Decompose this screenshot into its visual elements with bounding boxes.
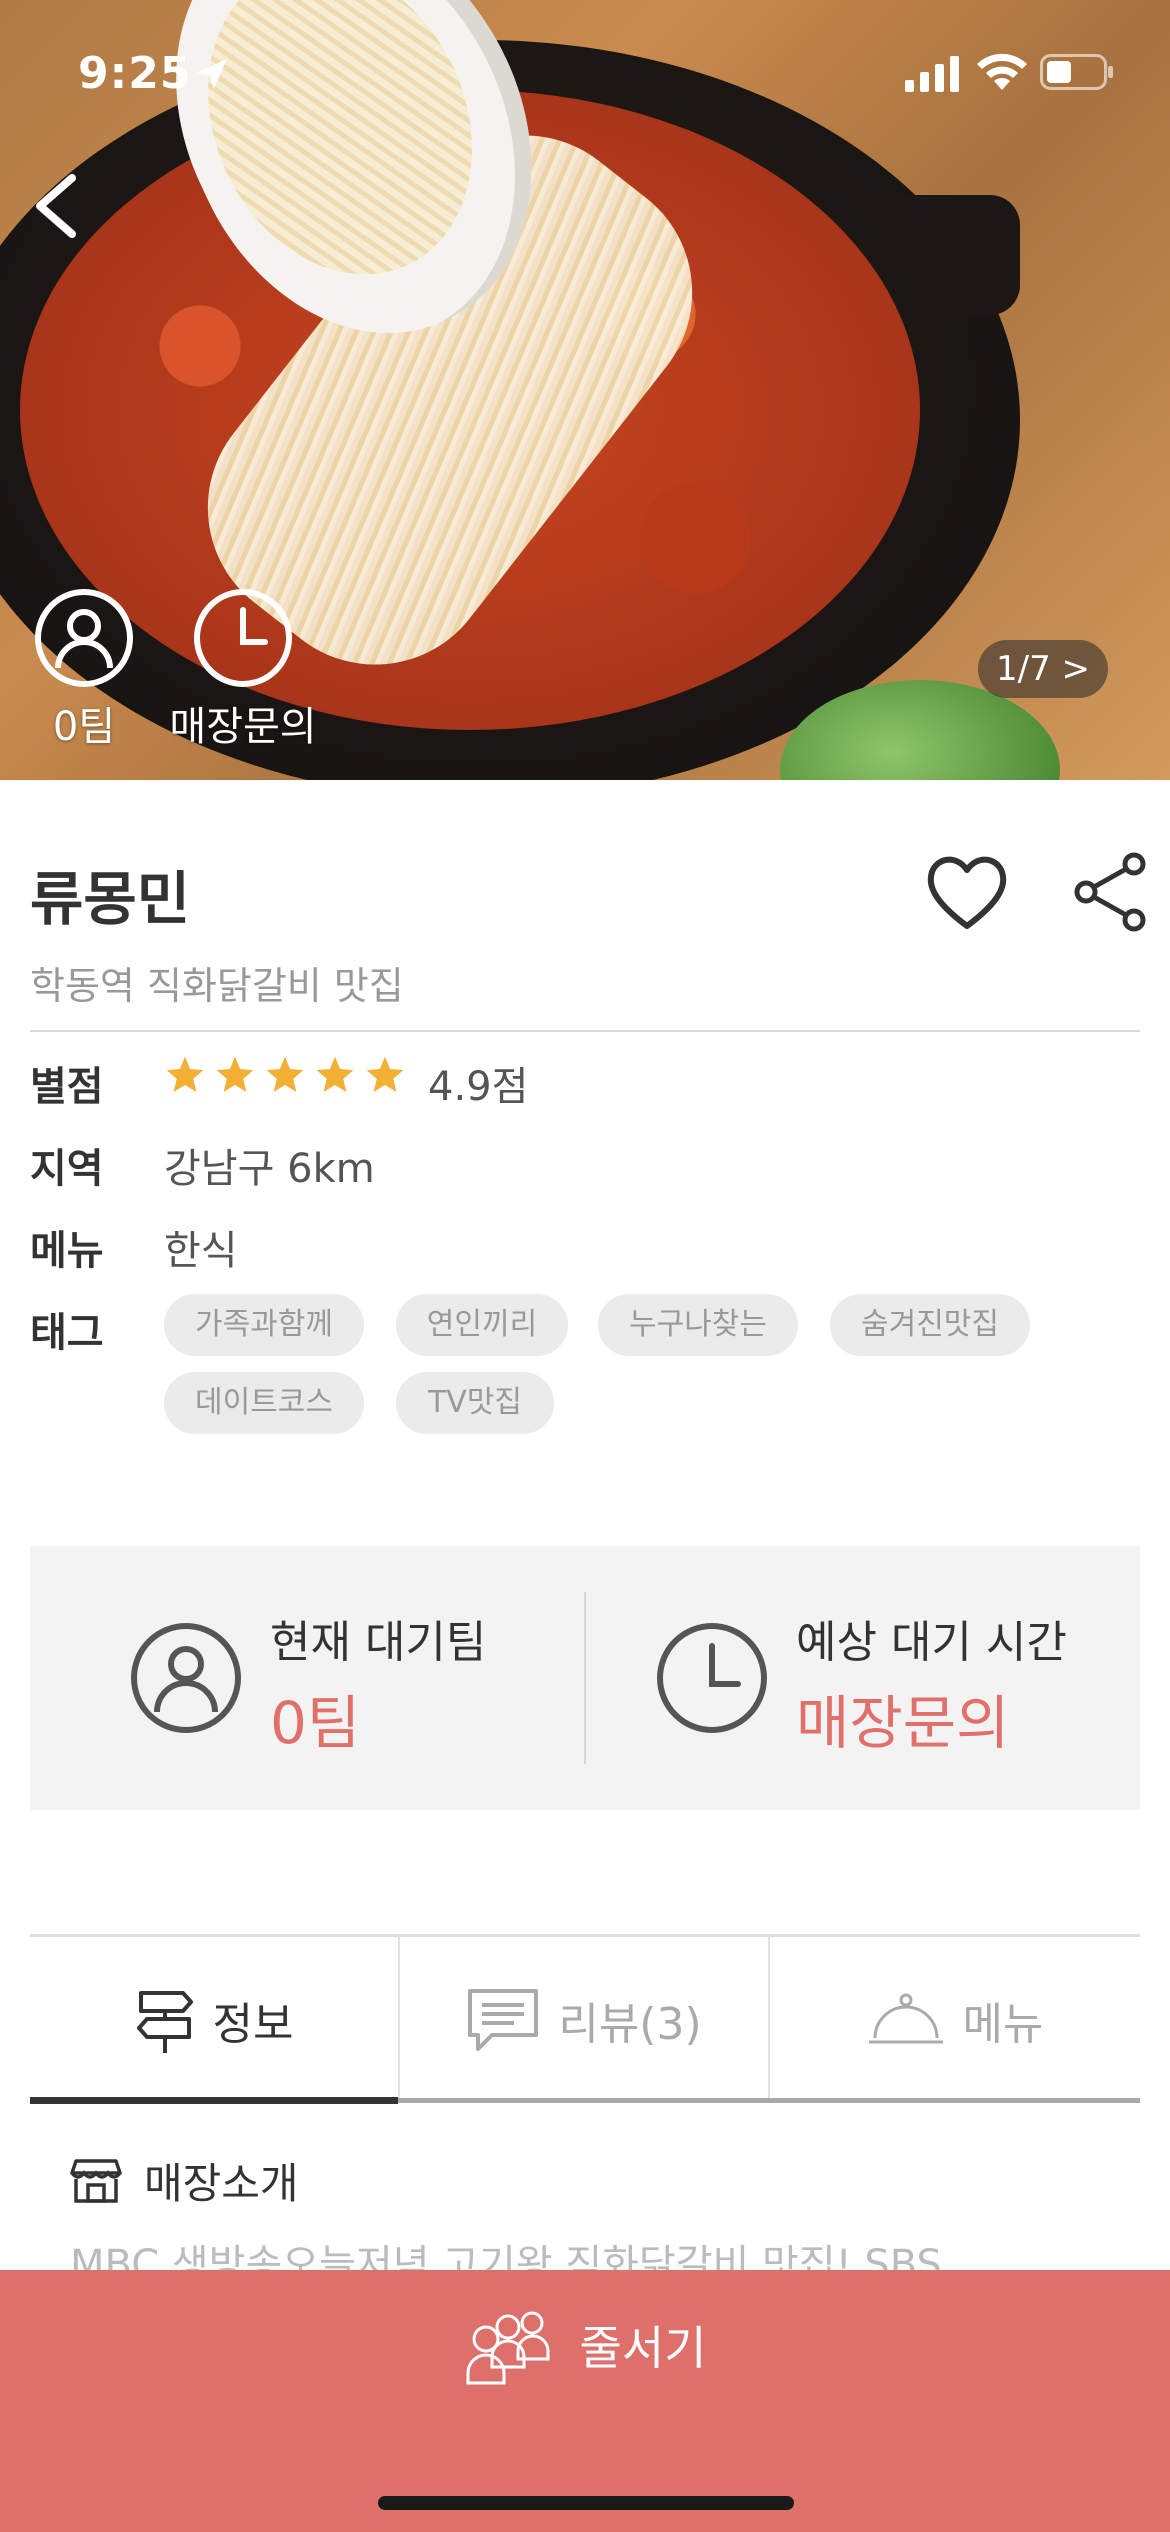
join-queue-label: 줄서기 (579, 2321, 707, 2375)
bottom-cta-bar: 줄서기 (0, 2270, 1170, 2532)
clock-icon (657, 1623, 767, 1733)
tab-menu-label: 메뉴 (962, 1998, 1044, 2050)
status-time: 9:25 (78, 48, 192, 99)
hero-teams-label: 0팀 (52, 704, 116, 750)
tab-info[interactable]: 정보 (30, 1937, 398, 2102)
image-pager[interactable]: 1/7 > (978, 640, 1108, 698)
tab-reviews[interactable]: 리뷰(3) (400, 1937, 768, 2102)
pan-handle-graphic (870, 195, 1020, 315)
store-intro-label: 매장소개 (144, 2159, 299, 2208)
store-name: 류몽민 (30, 865, 191, 933)
person-circle-icon (131, 1623, 241, 1733)
wifi-icon (977, 53, 1027, 90)
store-subtitle: 학동역 직화닭갈비 맛집 (30, 964, 404, 1008)
current-teams-value: 0팀 (270, 1689, 361, 1757)
tag-chip[interactable]: 가족과함께 (164, 1294, 364, 1356)
star-icon (366, 1056, 404, 1092)
star-icon (316, 1056, 354, 1092)
back-button[interactable] (28, 170, 92, 242)
cloche-icon (868, 1993, 943, 2043)
menu-key: 메뉴 (30, 1228, 104, 1274)
person-circle-icon (35, 589, 133, 687)
tags-key: 태그 (30, 1310, 104, 1356)
status-bar: 9:25 (0, 0, 1170, 140)
tag-chip[interactable]: TV맛집 (396, 1372, 554, 1434)
join-queue-button[interactable]: 줄서기 (0, 2270, 1170, 2420)
storefront-icon (70, 2158, 122, 2203)
tab-reviews-label: 리뷰(3) (558, 1998, 702, 2050)
tag-chip[interactable]: 누구나찾는 (598, 1294, 798, 1356)
star-icon (266, 1056, 304, 1092)
hero-wait-label: 매장문의 (169, 704, 317, 750)
tab-info-label: 정보 (212, 1998, 294, 2050)
store-intro-title: 매장소개 (70, 2150, 299, 2211)
signpost-icon (136, 1990, 193, 2053)
share-button[interactable] (1070, 850, 1150, 934)
expected-wait-value: 매장문의 (796, 1689, 1010, 1757)
favorite-heart-button[interactable] (922, 850, 1012, 936)
cellular-signal-icon (905, 56, 959, 92)
star-icon (166, 1056, 204, 1092)
region-key: 지역 (30, 1146, 104, 1192)
hero-waiting-teams: 0팀 (32, 588, 136, 752)
location-arrow-icon (197, 59, 227, 89)
hero-wait-time: 매장문의 (158, 588, 328, 752)
header-divider (30, 1030, 1140, 1032)
tag-chip[interactable]: 숨겨진맛집 (830, 1294, 1030, 1356)
wait-info-box: 현재 대기팀 0팀 예상 대기 시간 매장문의 (30, 1546, 1140, 1810)
wait-box-divider (584, 1592, 586, 1764)
tag-chip[interactable]: 데이트코스 (164, 1372, 364, 1434)
rating-stars (164, 1054, 406, 1096)
region-value: 강남구 6km (164, 1146, 375, 1192)
battery-icon (1040, 54, 1113, 90)
tab-menu[interactable]: 메뉴 (770, 1937, 1140, 2102)
star-icon (216, 1056, 254, 1092)
current-teams-label: 현재 대기팀 (270, 1617, 487, 1668)
tag-chip[interactable]: 연인끼리 (396, 1294, 568, 1356)
rating-value: 4.9점 (428, 1064, 529, 1110)
home-indicator (378, 2496, 794, 2510)
rating-key: 별점 (30, 1064, 104, 1110)
expected-wait-label: 예상 대기 시간 (796, 1617, 1067, 1668)
chat-bubble-icon (468, 1988, 539, 2051)
tab-active-indicator (30, 2097, 398, 2104)
group-people-icon (466, 2311, 550, 2385)
menu-value: 한식 (164, 1228, 238, 1274)
clock-icon (194, 589, 292, 687)
